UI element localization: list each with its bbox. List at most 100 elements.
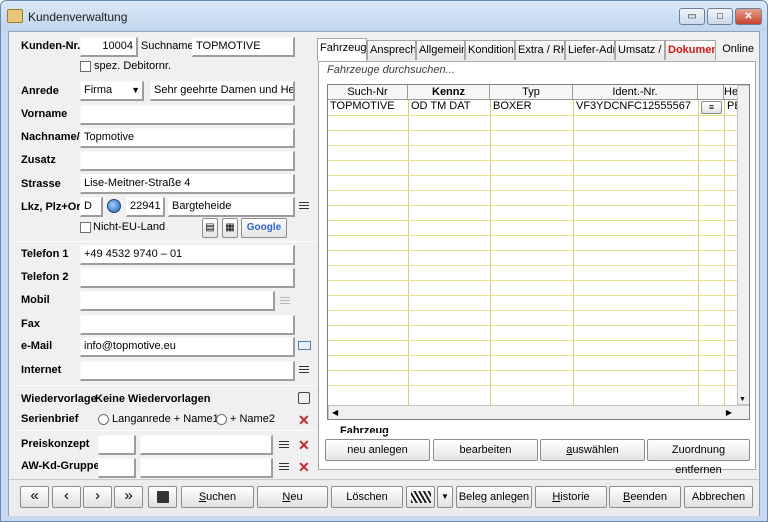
tire-button[interactable] xyxy=(406,486,435,508)
list-icon[interactable] xyxy=(279,441,289,450)
serienbrief-option-2: + Name2 xyxy=(230,413,275,425)
next-record-button[interactable]: › xyxy=(83,486,112,508)
serienbrief-radio-1[interactable] xyxy=(98,414,109,425)
vehicle-unassign-button[interactable]: Zuordnung entfernen xyxy=(647,439,750,476)
list-icon[interactable] xyxy=(299,366,309,375)
minimize-button[interactable]: ▭ xyxy=(679,8,705,25)
close-window-button[interactable]: ✕ xyxy=(735,8,762,25)
delete-icon[interactable]: ✕ xyxy=(298,460,310,474)
column-header-kennz[interactable]: Kennz xyxy=(408,85,490,100)
history-button[interactable]: Historie xyxy=(535,486,607,508)
awkd-name-input[interactable] xyxy=(140,458,273,478)
column-header-ident-nr[interactable]: Ident.-Nr. xyxy=(573,85,698,100)
awkd-code-input[interactable] xyxy=(98,458,136,478)
finish-button[interactable]: Beenden xyxy=(609,486,681,508)
document-icon[interactable]: ▤ xyxy=(202,218,218,238)
title-bar: Kundenverwaltung ▭ □ ✕ xyxy=(1,1,767,31)
telefon2-input[interactable] xyxy=(80,268,295,288)
first-record-button[interactable]: « xyxy=(20,486,49,508)
column-header-action[interactable] xyxy=(698,85,724,100)
lkz-plz-ort-label: Lkz, Plz+Ort xyxy=(21,201,85,213)
last-record-button[interactable]: » xyxy=(114,486,143,508)
email-input[interactable]: info@topmotive.eu xyxy=(80,337,295,357)
strasse-input[interactable]: Lise-Meitner-Straße 4 xyxy=(80,174,295,194)
scroll-left-icon[interactable]: ◀ xyxy=(332,408,338,417)
delete-button[interactable]: Löschen xyxy=(331,486,403,508)
row-details-button[interactable]: ≡ xyxy=(701,101,722,114)
column-header-such-nr[interactable]: Such-Nr xyxy=(328,85,408,100)
vehicle-edit-button[interactable]: bearbeiten xyxy=(433,439,538,461)
app-icon xyxy=(7,9,23,23)
grid-line xyxy=(328,355,738,356)
wiedervorlage-value: Keine Wiedervorlagen xyxy=(95,393,211,405)
tab-konditionen[interactable]: Kondition- xyxy=(465,40,515,60)
spez-debitor-checkbox[interactable] xyxy=(80,61,91,72)
tab-allgemein[interactable]: Allgemein xyxy=(416,40,465,60)
tab-ansprechpartner[interactable]: Ansprechi xyxy=(367,40,416,60)
tab-extra-rk[interactable]: Extra / RK xyxy=(515,40,565,60)
mobil-label: Mobil xyxy=(21,294,50,306)
telefon1-input[interactable]: +49 4532 9740 – 01 xyxy=(80,245,295,265)
delete-icon[interactable]: ✕ xyxy=(298,438,310,452)
vertical-scrollbar[interactable]: ▼ xyxy=(737,85,749,405)
send-mail-icon[interactable] xyxy=(298,341,311,350)
grid-line xyxy=(328,325,738,326)
scroll-down-icon[interactable]: ▼ xyxy=(739,396,746,403)
strasse-label: Strasse xyxy=(21,178,61,190)
mobil-input[interactable] xyxy=(80,291,275,311)
horizontal-scrollbar[interactable]: ◀ ▶ xyxy=(328,405,749,419)
tab-dokumente[interactable]: Dokumen xyxy=(665,40,716,60)
create-receipt-button[interactable]: Beleg anlegen xyxy=(456,486,532,508)
client-area: Kunden-Nr. 10004 Suchname TOPMOTIVE spez… xyxy=(8,31,760,516)
grid-line xyxy=(328,160,738,161)
tab-liefer-adr[interactable]: Liefer-Adr xyxy=(565,40,615,60)
cell-typ: BOXER xyxy=(493,100,532,112)
internet-label: Internet xyxy=(21,364,62,376)
plz-input[interactable]: 22941 xyxy=(126,197,165,217)
tab-fahrzeuge[interactable]: Fahrzeuge xyxy=(317,38,367,61)
list-icon[interactable] xyxy=(299,202,309,211)
serienbrief-option-1: Langanrede + Name1 xyxy=(112,413,219,425)
maximize-button[interactable]: □ xyxy=(707,8,733,25)
preiskonzept-name-input[interactable] xyxy=(140,435,273,455)
new-button[interactable]: Neu xyxy=(257,486,328,508)
anrede-select[interactable]: Firma ▼ xyxy=(80,81,144,101)
nicht-eu-label: Nicht-EU-Land xyxy=(93,221,166,233)
tab-online[interactable]: Online xyxy=(716,40,756,60)
scroll-right-icon[interactable]: ▶ xyxy=(726,408,732,417)
lkz-input[interactable]: D xyxy=(80,197,103,217)
nachname-label: Nachname/F xyxy=(21,131,87,143)
nicht-eu-checkbox[interactable] xyxy=(80,222,91,233)
zusatz-input[interactable] xyxy=(80,151,295,171)
fax-input[interactable] xyxy=(80,315,295,335)
ort-input[interactable]: Bargteheide xyxy=(168,197,295,217)
preiskonzept-code-input[interactable] xyxy=(98,435,136,455)
vehicle-select-button[interactable]: auswählen xyxy=(540,439,645,461)
save-button[interactable] xyxy=(148,486,177,508)
suchname-input[interactable]: TOPMOTIVE xyxy=(192,37,295,57)
delete-icon[interactable]: ✕ xyxy=(298,413,310,427)
google-button[interactable]: Google xyxy=(241,218,287,238)
cancel-button[interactable]: Abbrechen xyxy=(684,486,753,508)
calculator-icon[interactable]: ▦ xyxy=(222,218,238,238)
grid-line xyxy=(328,130,738,131)
calendar-icon[interactable] xyxy=(298,392,310,404)
awkd-gruppe-label: AW-Kd-Gruppe xyxy=(21,460,100,472)
chevron-down-icon[interactable]: ▼ xyxy=(437,486,453,508)
window-title: Kundenverwaltung xyxy=(28,10,128,24)
globe-icon[interactable] xyxy=(107,199,121,213)
vehicle-search-hint[interactable]: Fahrzeuge durchsuchen... xyxy=(327,64,455,76)
column-header-typ[interactable]: Typ xyxy=(490,85,573,100)
prev-record-button[interactable]: ‹ xyxy=(52,486,81,508)
tab-umsatz[interactable]: Umsatz / I xyxy=(615,40,665,60)
anrede-text-input[interactable]: Sehr geehrte Damen und Herre xyxy=(150,81,295,101)
nachname-input[interactable]: Topmotive xyxy=(80,128,295,148)
internet-input[interactable] xyxy=(80,361,295,381)
cell-kennz: OD TM DAT xyxy=(411,100,471,112)
vorname-input[interactable] xyxy=(80,105,295,125)
serienbrief-radio-2[interactable] xyxy=(216,414,227,425)
kunden-nr-input[interactable]: 10004 xyxy=(80,37,138,57)
vehicle-new-button[interactable]: neu anlegen xyxy=(325,439,430,461)
list-icon[interactable] xyxy=(279,463,289,472)
search-button[interactable]: Suchen xyxy=(181,486,254,508)
